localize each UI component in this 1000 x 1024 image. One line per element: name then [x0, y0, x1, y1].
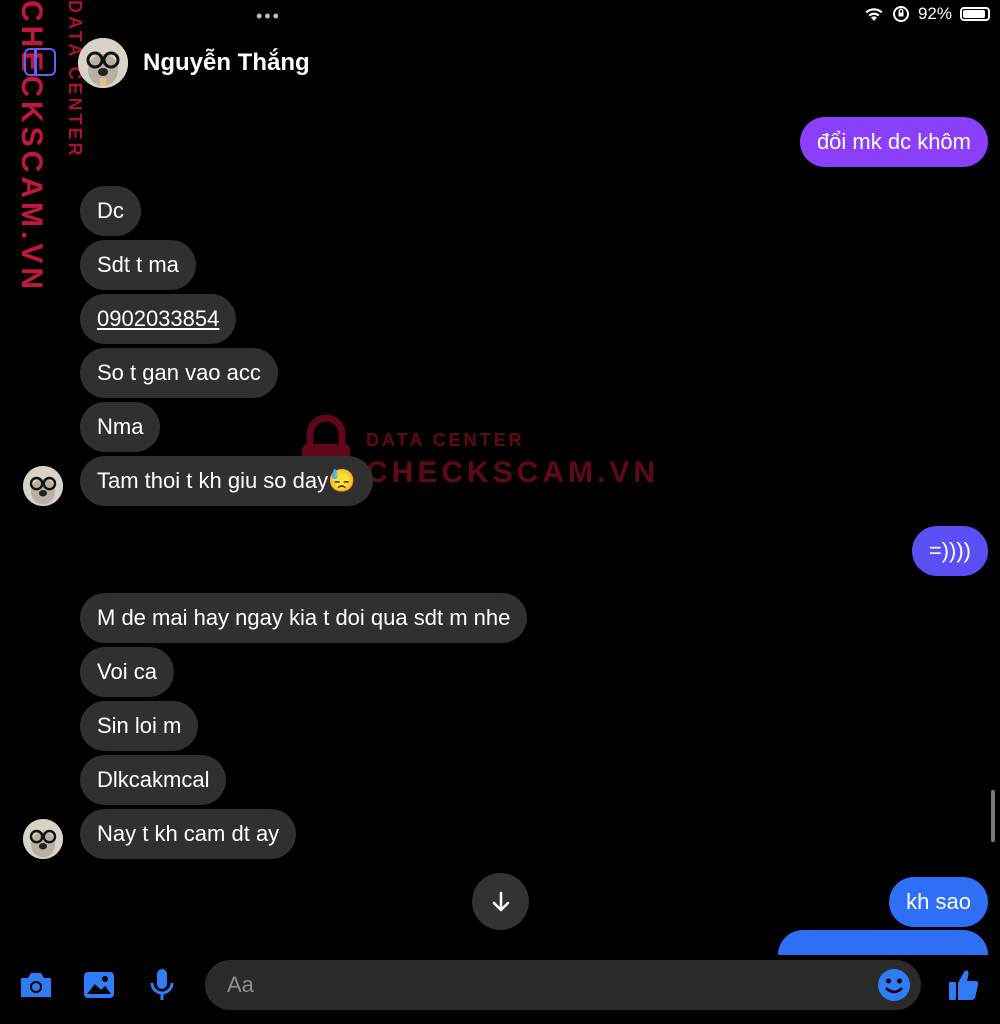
- image-icon: [84, 972, 114, 998]
- emoji-icon[interactable]: [877, 968, 911, 1002]
- orientation-lock-icon: [892, 6, 909, 22]
- camera-icon: [21, 973, 51, 997]
- outgoing-message[interactable]: =)))): [911, 526, 988, 576]
- battery-percent: 92%: [917, 4, 952, 23]
- battery-icon: [960, 7, 990, 21]
- camera-button[interactable]: [16, 965, 56, 1005]
- scrollbar[interactable]: [991, 790, 995, 842]
- dog-avatar-icon: [78, 38, 128, 88]
- status-indicators: 92%: [864, 4, 990, 24]
- contact-avatar[interactable]: [78, 38, 128, 88]
- voice-button[interactable]: [142, 965, 182, 1005]
- incoming-message-phone-link[interactable]: 0902033854: [80, 294, 237, 344]
- incoming-message[interactable]: Nma: [80, 402, 161, 452]
- outgoing-message[interactable]: đổi mk dc khôm: [799, 117, 988, 167]
- multitasking-dots[interactable]: •••: [256, 6, 281, 27]
- chat-header: Nguyễn Thắng: [0, 36, 1000, 94]
- incoming-message[interactable]: Dc: [80, 186, 141, 236]
- wifi-icon: [865, 8, 883, 21]
- message-input[interactable]: Aa: [205, 960, 921, 1010]
- incoming-message[interactable]: Voi ca: [80, 647, 174, 697]
- message-input-placeholder: Aa: [227, 972, 254, 997]
- sender-avatar[interactable]: [23, 819, 63, 859]
- watermark-center-main: CHECKSCAM.VN: [366, 456, 660, 489]
- microphone-icon: [150, 969, 174, 1000]
- watermark-center-top: DATA CENTER: [366, 430, 525, 450]
- sidebar-toggle-icon[interactable]: [24, 48, 56, 76]
- arrow-down-icon: [492, 891, 509, 911]
- sender-avatar[interactable]: [23, 466, 63, 506]
- incoming-message[interactable]: Dlkcakmcal: [80, 755, 227, 805]
- contact-name[interactable]: Nguyễn Thắng: [143, 49, 310, 77]
- incoming-message[interactable]: Sdt t ma: [80, 240, 196, 290]
- scroll-to-bottom-button[interactable]: [472, 873, 529, 930]
- gallery-button[interactable]: [79, 965, 119, 1005]
- battery-level: [963, 10, 985, 18]
- incoming-message[interactable]: M de mai hay ngay kia t doi qua sdt m nh…: [80, 593, 528, 643]
- incoming-message[interactable]: Nay t kh cam dt ay: [80, 809, 297, 859]
- outgoing-message[interactable]: kh sao: [889, 877, 988, 927]
- incoming-message[interactable]: Tam thoi t kh giu so day😓: [80, 456, 373, 506]
- like-button[interactable]: [944, 965, 984, 1005]
- thumbs-up-icon: [949, 970, 979, 1000]
- incoming-message[interactable]: So t gan vao acc: [80, 348, 278, 398]
- status-bar: ••• 92%: [0, 0, 1000, 30]
- message-composer: Aa: [0, 955, 1000, 1024]
- dog-avatar-icon: [23, 819, 63, 859]
- dog-avatar-icon: [23, 466, 63, 506]
- incoming-message[interactable]: Sin loi m: [80, 701, 199, 751]
